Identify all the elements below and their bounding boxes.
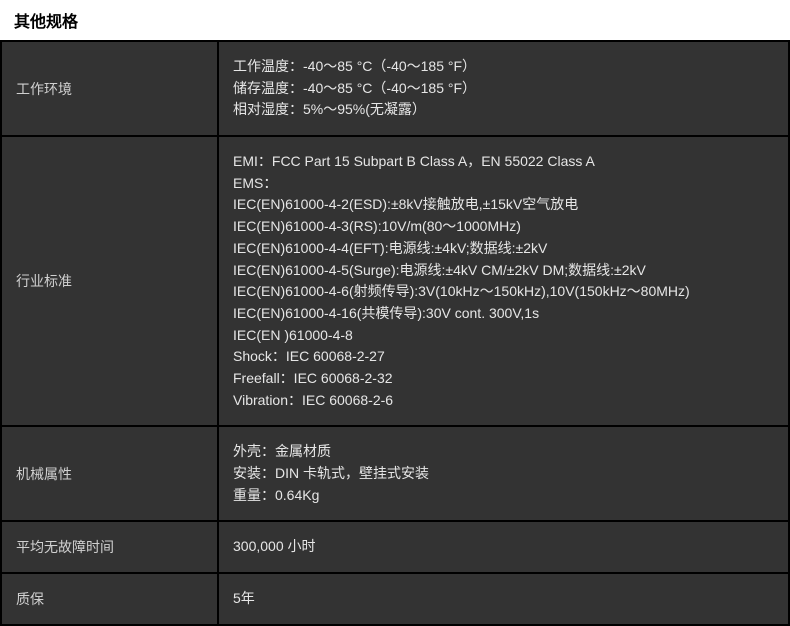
spec-table: 工作环境工作温度：-40～85 °C（-40～185 °F）储存温度：-40～8… bbox=[0, 40, 790, 626]
spec-value-line: IEC(EN)61000-4-3(RS):10V/m(80～1000MHz) bbox=[233, 216, 774, 238]
table-row: 平均无故障时间 300,000 小时 bbox=[2, 522, 788, 572]
table-row: 质保 5年 bbox=[2, 574, 788, 624]
section-title: 其他规格 bbox=[0, 0, 790, 40]
spec-value: 5年 bbox=[219, 574, 788, 624]
spec-value-line: 安装：DIN 卡轨式，壁挂式安装 bbox=[233, 463, 774, 485]
spec-value-line: 相对湿度：5%～95%(无凝露） bbox=[233, 99, 774, 121]
spec-value-line: IEC(EN )61000-4-8 bbox=[233, 325, 774, 347]
spec-value-line: 工作温度：-40～85 °C（-40～185 °F） bbox=[233, 56, 774, 78]
spec-label: 平均无故障时间 bbox=[2, 522, 217, 572]
spec-value-line: IEC(EN)61000-4-2(ESD):±8kV接触放电,±15kV空气放电 bbox=[233, 194, 774, 216]
table-row: 工作环境工作温度：-40～85 °C（-40～185 °F）储存温度：-40～8… bbox=[2, 42, 788, 135]
spec-label: 机械属性 bbox=[2, 427, 217, 520]
spec-value-line: 储存温度：-40～85 °C（-40～185 °F） bbox=[233, 78, 774, 100]
spec-value: EMI：FCC Part 15 Subpart B Class A，EN 550… bbox=[219, 137, 788, 425]
spec-value-line: IEC(EN)61000-4-16(共模传导):30V cont. 300V,1… bbox=[233, 303, 774, 325]
spec-value: 外壳：金属材质安装：DIN 卡轨式，壁挂式安装重量：0.64Kg bbox=[219, 427, 788, 520]
spec-value-line: EMS： bbox=[233, 173, 774, 195]
spec-value: 300,000 小时 bbox=[219, 522, 788, 572]
table-row: 机械属性外壳：金属材质安装：DIN 卡轨式，壁挂式安装重量：0.64Kg bbox=[2, 427, 788, 520]
spec-value-line: 5年 bbox=[233, 588, 774, 610]
spec-label: 工作环境 bbox=[2, 42, 217, 135]
spec-value-line: EMI：FCC Part 15 Subpart B Class A，EN 550… bbox=[233, 151, 774, 173]
spec-container: 其他规格 工作环境工作温度：-40～85 °C（-40～185 °F）储存温度：… bbox=[0, 0, 790, 626]
spec-value-line: IEC(EN)61000-4-6(射频传导):3V(10kHz～150kHz),… bbox=[233, 281, 774, 303]
spec-value-line: Vibration：IEC 60068-2-6 bbox=[233, 390, 774, 412]
spec-value-line: Freefall：IEC 60068-2-32 bbox=[233, 368, 774, 390]
spec-value-line: 外壳：金属材质 bbox=[233, 441, 774, 463]
spec-value-line: 重量：0.64Kg bbox=[233, 485, 774, 507]
spec-value-line: 300,000 小时 bbox=[233, 536, 774, 558]
spec-value-line: Shock：IEC 60068-2-27 bbox=[233, 346, 774, 368]
spec-label: 质保 bbox=[2, 574, 217, 624]
spec-label: 行业标准 bbox=[2, 137, 217, 425]
spec-value: 工作温度：-40～85 °C（-40～185 °F）储存温度：-40～85 °C… bbox=[219, 42, 788, 135]
table-row: 行业标准 EMI：FCC Part 15 Subpart B Class A，EN… bbox=[2, 137, 788, 425]
spec-value-line: IEC(EN)61000-4-4(EFT):电源线:±4kV;数据线:±2kV bbox=[233, 238, 774, 260]
spec-value-line: IEC(EN)61000-4-5(Surge):电源线:±4kV CM/±2kV… bbox=[233, 260, 774, 282]
